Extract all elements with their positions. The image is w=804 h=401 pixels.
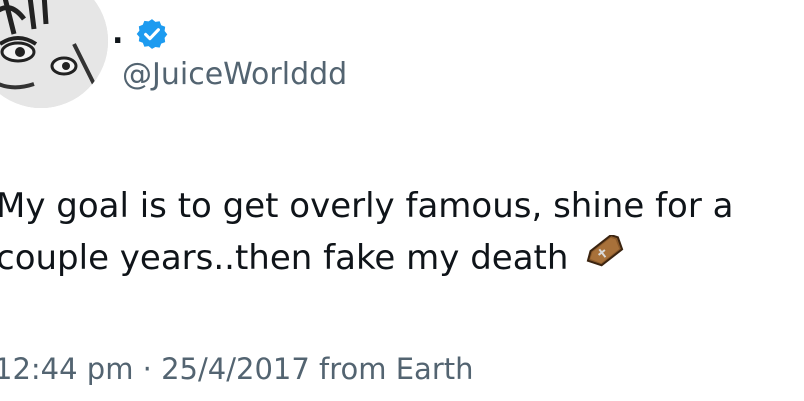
tweet-text-line-2: couple years..then fake my death — [0, 238, 569, 278]
coffin-icon — [587, 235, 624, 267]
meta-separator: · — [142, 352, 152, 386]
user-handle[interactable]: @JuiceWorlddd — [122, 60, 347, 90]
tweet-text-line-1: My goal is to get overly famous, shine f… — [0, 186, 734, 226]
name-row: . — [112, 14, 169, 54]
display-name[interactable]: . — [112, 19, 123, 49]
tweet-source: from Earth — [319, 352, 474, 386]
verified-badge-icon — [137, 19, 168, 49]
avatar[interactable] — [0, 0, 108, 108]
tweet-date[interactable]: 25/4/2017 — [161, 352, 310, 386]
tweet-time[interactable]: 12:44 pm — [0, 352, 133, 386]
tweet-card: . @JuiceWorlddd My goal is to get overly… — [0, 0, 804, 401]
tweet-text: My goal is to get overly famous, shine f… — [0, 180, 796, 284]
avatar-image — [0, 0, 108, 108]
tweet-meta: 12:44 pm · 25/4/2017 from Earth — [0, 355, 474, 384]
